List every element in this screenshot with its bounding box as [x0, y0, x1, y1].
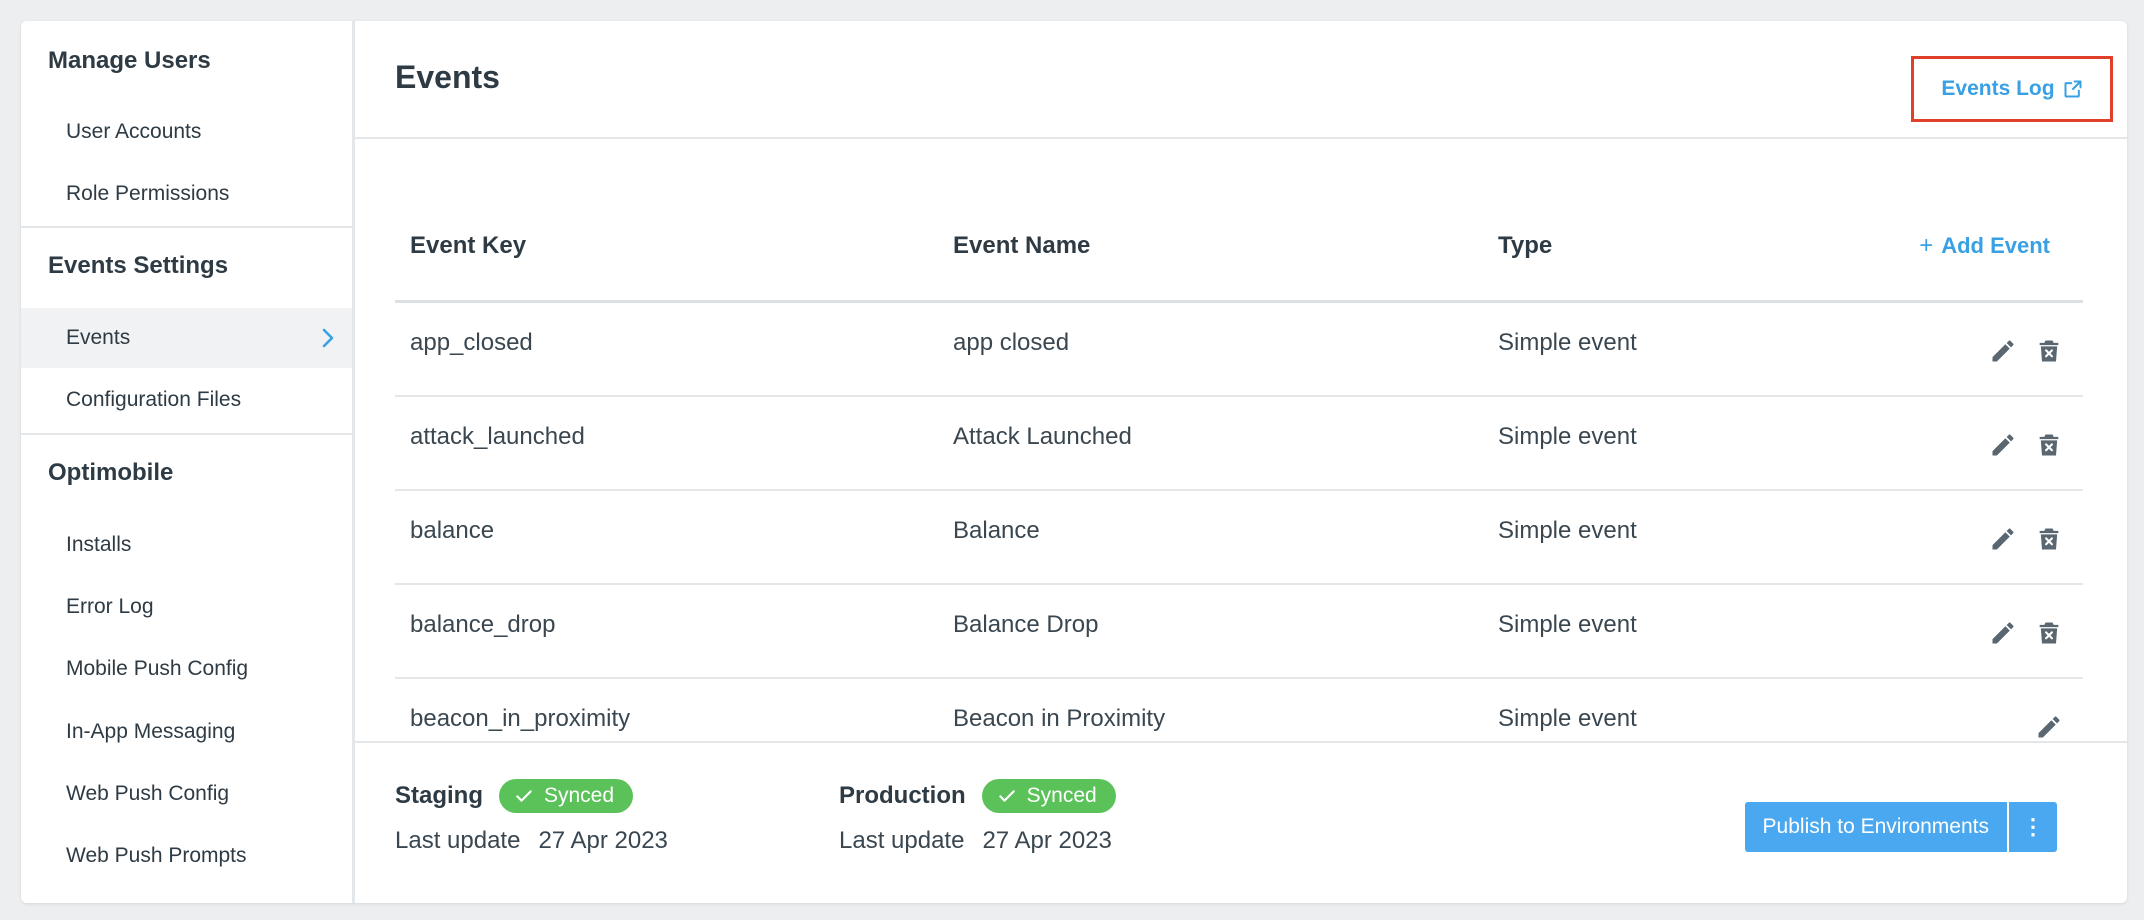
- staging-status: Staging Synced Last update 27 Apr 2023: [395, 779, 668, 855]
- sidebar-item-role-permissions[interactable]: Role Permissions: [21, 164, 352, 224]
- event-name-cell: Attack Launched: [953, 423, 1132, 450]
- publish-to-environments-button[interactable]: Publish to Environments: [1744, 802, 2007, 852]
- sidebar-item-web-push-config[interactable]: Web Push Config: [21, 764, 352, 824]
- row-actions: [1989, 525, 2063, 553]
- publish-footer: Staging Synced Last update 27 Apr 2023 P…: [355, 741, 2127, 903]
- column-header-event-key: Event Key: [410, 231, 527, 259]
- edit-icon[interactable]: [1989, 337, 2017, 365]
- event-type-cell: Simple event: [1498, 517, 1637, 544]
- sidebar-item-web-push-prompts[interactable]: Web Push Prompts: [21, 826, 352, 886]
- event-name-cell: Balance: [953, 517, 1040, 544]
- table-header: Event Key Event Name Type + Add Event: [395, 191, 2083, 303]
- production-status: Production Synced Last update 27 Apr 202…: [839, 779, 1116, 855]
- add-event-button[interactable]: + Add Event: [1919, 232, 2050, 260]
- sidebar-item-events[interactable]: Events: [21, 308, 352, 368]
- add-event-label: Add Event: [1941, 232, 2050, 258]
- event-type-cell: Simple event: [1498, 329, 1637, 356]
- column-header-type: Type: [1498, 231, 1553, 259]
- row-actions: [1989, 431, 2063, 459]
- delete-icon[interactable]: [2035, 525, 2063, 553]
- edit-icon[interactable]: [1989, 619, 2017, 647]
- sidebar-item-label: Events: [66, 326, 131, 349]
- sidebar-section-events-settings: Events Settings: [48, 252, 229, 279]
- sidebar-item-installs[interactable]: Installs: [21, 515, 352, 575]
- event-name-cell: app closed: [953, 329, 1070, 356]
- status-badge: Synced: [499, 779, 634, 813]
- event-name-cell: Balance Drop: [953, 611, 1099, 638]
- status-badge: Synced: [981, 779, 1116, 813]
- event-name-cell: Beacon in Proximity: [953, 705, 1166, 732]
- sidebar-item-error-log[interactable]: Error Log: [21, 577, 352, 637]
- edit-icon[interactable]: [1989, 525, 2017, 553]
- last-update-date: 27 Apr 2023: [538, 827, 668, 854]
- production-label: Production: [839, 782, 966, 809]
- sidebar: Manage Users User Accounts Role Permissi…: [21, 21, 355, 903]
- event-type-cell: Simple event: [1498, 705, 1637, 732]
- event-key-cell: attack_launched: [410, 423, 585, 450]
- last-update-label: Last update: [395, 827, 521, 854]
- edit-icon[interactable]: [2035, 713, 2063, 741]
- table-row: app_closed app closed Simple event: [395, 303, 2083, 397]
- table-row: balance_drop Balance Drop Simple event: [395, 585, 2083, 679]
- table-row: attack_launched Attack Launched Simple e…: [395, 397, 2083, 491]
- check-icon: [516, 790, 532, 802]
- row-actions: [2035, 713, 2063, 741]
- chevron-right-icon: [322, 328, 334, 348]
- delete-icon[interactable]: [2035, 619, 2063, 647]
- delete-icon[interactable]: [2035, 431, 2063, 459]
- events-table: Event Key Event Name Type + Add Event ap…: [395, 191, 2083, 773]
- status-badge-label: Synced: [1026, 784, 1097, 807]
- more-vertical-icon[interactable]: ⋮: [2009, 802, 2057, 852]
- column-header-event-name: Event Name: [953, 231, 1091, 259]
- sidebar-item-mobile-push-config[interactable]: Mobile Push Config: [21, 639, 352, 699]
- app-window: Manage Users User Accounts Role Permissi…: [21, 21, 2127, 903]
- publish-button-group: Publish to Environments ⋮: [1744, 802, 2057, 852]
- sidebar-divider: [21, 226, 352, 228]
- page-title: Events: [395, 59, 500, 95]
- sidebar-item-user-accounts[interactable]: User Accounts: [21, 102, 352, 162]
- event-key-cell: beacon_in_proximity: [410, 705, 631, 732]
- last-update-date: 27 Apr 2023: [982, 827, 1112, 854]
- external-link-icon: [2064, 80, 2082, 98]
- sidebar-item-configuration-files[interactable]: Configuration Files: [21, 370, 352, 430]
- sidebar-item-in-app-messaging[interactable]: In-App Messaging: [21, 702, 352, 762]
- row-actions: [1989, 337, 2063, 365]
- events-log-label: Events Log: [1941, 77, 2055, 100]
- event-type-cell: Simple event: [1498, 611, 1637, 638]
- sidebar-section-manage-users: Manage Users: [48, 47, 211, 74]
- table-row: balance Balance Simple event: [395, 491, 2083, 585]
- sidebar-section-optimobile: Optimobile: [48, 459, 174, 486]
- event-key-cell: balance_drop: [410, 611, 556, 638]
- status-badge-label: Synced: [544, 784, 615, 807]
- check-icon: [998, 790, 1015, 802]
- event-type-cell: Simple event: [1498, 423, 1637, 450]
- last-update-label: Last update: [839, 827, 965, 854]
- events-log-link[interactable]: Events Log: [1911, 56, 2113, 122]
- event-key-cell: app_closed: [410, 329, 533, 356]
- main-content: Events Events Log Event Key Event Name T…: [355, 21, 2127, 903]
- edit-icon[interactable]: [1989, 431, 2017, 459]
- event-key-cell: balance: [410, 517, 495, 544]
- header-divider: [355, 137, 2127, 139]
- row-actions: [1989, 619, 2063, 647]
- delete-icon[interactable]: [2035, 337, 2063, 365]
- staging-label: Staging: [395, 782, 483, 809]
- sidebar-divider: [21, 433, 352, 435]
- plus-icon: +: [1919, 231, 1934, 259]
